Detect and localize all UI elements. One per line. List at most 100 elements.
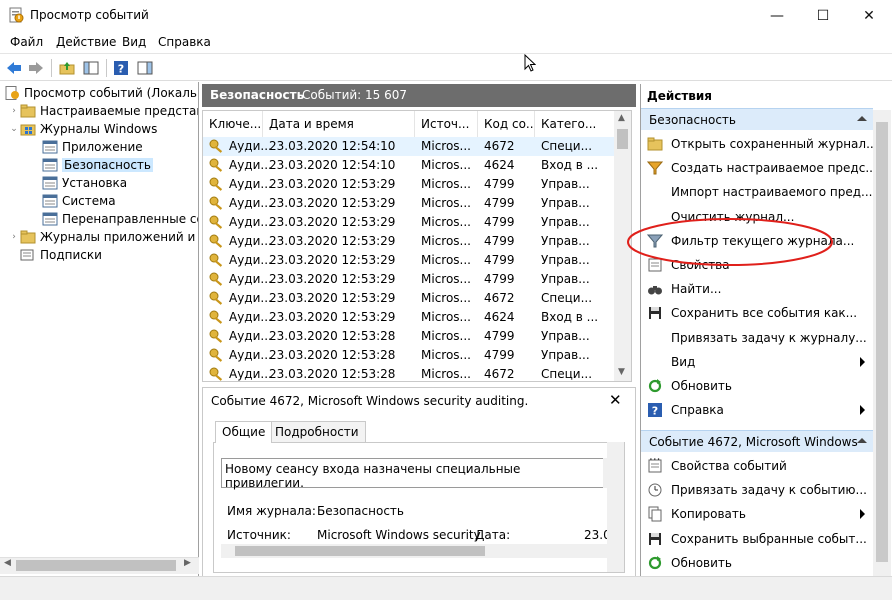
tree-item-application[interactable]: Приложение bbox=[42, 138, 143, 156]
action-create-custom-view[interactable]: Создать настраиваемое предс... bbox=[641, 156, 877, 180]
audit-success-key-icon bbox=[209, 291, 223, 305]
table-row[interactable]: Ауди... 23.03.2020 12:53:29 Micros... 4799 У… bbox=[203, 232, 615, 251]
maximize-button[interactable]: ☐ bbox=[800, 0, 846, 31]
detail-close-icon[interactable]: ✕ bbox=[609, 391, 622, 409]
collapse-arrow-icon[interactable]: ⌄ bbox=[8, 124, 20, 134]
menu-action[interactable]: Действие bbox=[56, 35, 116, 49]
action-import-custom-view[interactable]: Импорт настраиваемого пред... bbox=[641, 180, 873, 204]
table-row[interactable]: Ауди... 23.03.2020 12:53:29 Micros... 4799 У… bbox=[203, 194, 615, 213]
action-label: Обновить bbox=[671, 555, 732, 570]
tree-item-system[interactable]: Система bbox=[42, 192, 116, 210]
blank-icon bbox=[647, 354, 663, 370]
tree-item-setup[interactable]: Установка bbox=[42, 174, 127, 192]
minimize-button[interactable]: — bbox=[754, 0, 800, 31]
actions-section-security[interactable]: Безопасность bbox=[641, 108, 873, 130]
detail-scrollbar-thumb[interactable] bbox=[235, 546, 485, 556]
action-refresh[interactable]: Обновить bbox=[641, 374, 873, 398]
table-row[interactable]: Ауди... 23.03.2020 12:53:29 Micros... 4799 У… bbox=[203, 175, 615, 194]
table-row[interactable]: Ауди... 23.03.2020 12:53:28 Micros... 4799 У… bbox=[203, 327, 615, 346]
column-header-category[interactable]: Катего... bbox=[535, 111, 615, 137]
events-scrollbar-thumb[interactable] bbox=[617, 129, 628, 149]
table-row[interactable]: Ауди... 23.03.2020 12:53:29 Micros... 4672 С… bbox=[203, 289, 615, 308]
category-cell: Управ... bbox=[541, 177, 590, 191]
actions-section-event[interactable]: Событие 4672, Microsoft Windows ... bbox=[641, 430, 873, 463]
datetime-cell: 23.03.2020 12:53:29 bbox=[269, 253, 396, 267]
action-save-selected-events[interactable]: Сохранить выбранные событ... bbox=[641, 527, 873, 551]
menu-view[interactable]: Вид bbox=[122, 35, 146, 49]
table-row[interactable]: Ауди... 23.03.2020 12:54:10 Micros... 4672 С… bbox=[203, 137, 615, 156]
tree-item-windows-logs[interactable]: ⌄ Журналы Windows bbox=[8, 120, 157, 138]
table-row[interactable]: Ауди... 23.03.2020 12:53:29 Micros... 4799 У… bbox=[203, 270, 615, 289]
table-row[interactable]: Ауди... 23.03.2020 12:54:10 Micros... 4624 В… bbox=[203, 156, 615, 175]
keywords-cell: Ауди... bbox=[229, 291, 272, 305]
table-row[interactable]: Ауди... 23.03.2020 12:53:29 Micros... 4624 В… bbox=[203, 308, 615, 327]
show-hide-actions-button[interactable] bbox=[136, 59, 154, 77]
action-save-all-events[interactable]: Сохранить все события как... bbox=[641, 301, 873, 325]
folder-up-icon bbox=[59, 62, 75, 75]
scroll-down-icon[interactable]: ▼ bbox=[618, 367, 625, 377]
tree-item-custom-views[interactable]: › Настраиваемые представле bbox=[8, 102, 198, 120]
actions-header: Действия bbox=[647, 89, 713, 103]
title-bar: Просмотр событий — ☐ ✕ bbox=[0, 0, 892, 31]
copy-icon bbox=[647, 506, 663, 522]
action-attach-task-to-event[interactable]: Привязать задачу к событию... bbox=[641, 478, 873, 502]
forward-button[interactable] bbox=[27, 59, 45, 77]
action-open-saved-log[interactable]: Открыть сохраненный журнал... bbox=[641, 132, 878, 156]
table-row[interactable]: Ауди... 23.03.2020 12:53:29 Micros... 4799 У… bbox=[203, 251, 615, 270]
menu-file[interactable]: Файл bbox=[10, 35, 43, 49]
action-event-properties[interactable]: Свойства событий bbox=[641, 454, 873, 478]
action-label: Открыть сохраненный журнал... bbox=[671, 137, 878, 151]
action-attach-task-to-log[interactable]: Привязать задачу к журналу... bbox=[641, 326, 873, 350]
action-find[interactable]: Найти... bbox=[641, 277, 873, 301]
actions-scrollbar-thumb[interactable] bbox=[876, 122, 888, 562]
tree-item-event-viewer-root[interactable]: Просмотр событий (Локальны bbox=[4, 84, 198, 102]
close-button[interactable]: ✕ bbox=[846, 0, 892, 31]
scroll-right-icon[interactable]: ▶ bbox=[184, 558, 191, 568]
detail-vertical-scrollbar[interactable] bbox=[607, 442, 624, 572]
column-header-keywords[interactable]: Ключе... bbox=[203, 111, 263, 137]
action-view[interactable]: Вид bbox=[641, 350, 873, 374]
datetime-cell: 23.03.2020 12:53:29 bbox=[269, 234, 396, 248]
source-cell: Micros... bbox=[421, 196, 471, 210]
source-cell: Micros... bbox=[421, 158, 471, 172]
tree-item-security[interactable]: Безопасность bbox=[42, 156, 153, 174]
menu-help[interactable]: Справка bbox=[158, 35, 211, 49]
column-header-datetime[interactable]: Дата и время bbox=[263, 111, 415, 137]
action-refresh-event[interactable]: Обновить bbox=[641, 551, 873, 575]
tree-item-app-services-logs[interactable]: › Журналы приложений и сл bbox=[8, 228, 198, 246]
column-header-event-id[interactable]: Код со... bbox=[478, 111, 535, 137]
event-count: Событий: 15 607 bbox=[302, 88, 408, 102]
tab-general[interactable]: Общие bbox=[215, 421, 273, 443]
tree-item-subscriptions[interactable]: Подписки bbox=[20, 246, 102, 264]
scroll-up-icon[interactable]: ▲ bbox=[618, 113, 625, 123]
log-icon bbox=[42, 212, 58, 226]
datetime-cell: 23.03.2020 12:53:29 bbox=[269, 177, 396, 191]
action-help[interactable]: ? Справка bbox=[641, 398, 873, 422]
tab-details[interactable]: Подробности bbox=[268, 421, 366, 443]
action-copy[interactable]: Копировать bbox=[641, 502, 873, 526]
table-row[interactable]: Ауди... 23.03.2020 12:53:28 Micros... 4799 У… bbox=[203, 346, 615, 365]
expand-arrow-icon[interactable]: › bbox=[8, 232, 20, 242]
show-hide-tree-button[interactable] bbox=[82, 59, 100, 77]
expand-arrow-icon[interactable]: › bbox=[8, 106, 20, 116]
column-header-source[interactable]: Источ... bbox=[415, 111, 478, 137]
tree-scrollbar-thumb[interactable] bbox=[16, 560, 176, 571]
up-folder-button[interactable] bbox=[58, 59, 76, 77]
back-button[interactable] bbox=[5, 59, 23, 77]
actions-vertical-scrollbar[interactable] bbox=[873, 110, 891, 576]
help-toolbar-button[interactable]: ? bbox=[112, 59, 130, 77]
tree-item-forwarded-events[interactable]: Перенаправленные соб bbox=[42, 210, 198, 228]
action-label: Привязать задачу к событию... bbox=[671, 483, 867, 498]
log-title: Безопасность bbox=[210, 88, 305, 102]
datetime-cell: 23.03.2020 12:53:29 bbox=[269, 310, 396, 324]
table-row[interactable]: Ауди... 23.03.2020 12:53:29 Micros... 4799 У… bbox=[203, 213, 615, 232]
submenu-arrow-icon bbox=[860, 405, 865, 416]
datetime-cell: 23.03.2020 12:54:10 bbox=[269, 139, 396, 153]
scroll-left-icon[interactable]: ◀ bbox=[4, 558, 11, 568]
svg-text:?: ? bbox=[652, 405, 658, 418]
table-row[interactable]: Ауди... 23.03.2020 12:53:28 Micros... 4672 С… bbox=[203, 365, 615, 381]
event-message[interactable]: Новому сеансу входа назначены специальны… bbox=[221, 458, 607, 490]
detail-horizontal-scrollbar[interactable] bbox=[221, 544, 607, 558]
action-label: Импорт настраиваемого пред... bbox=[671, 185, 873, 200]
audit-success-key-icon bbox=[209, 215, 223, 229]
